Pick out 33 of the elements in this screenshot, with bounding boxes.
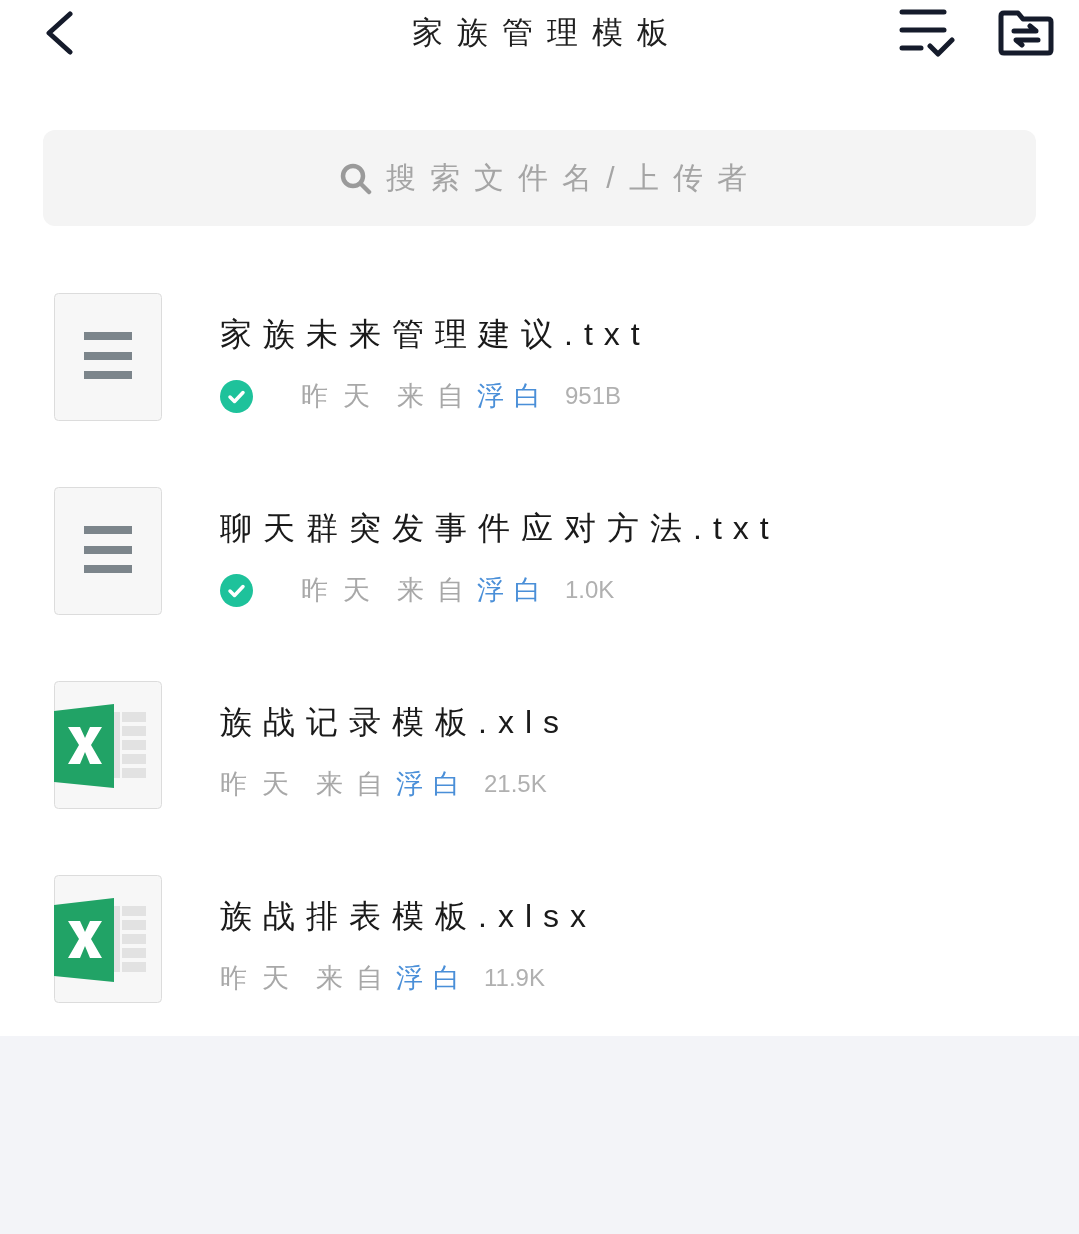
file-name: 聊天群突发事件应对方法.txt: [220, 509, 780, 548]
file-size: 21.5K: [484, 769, 547, 799]
source-label: 来自: [316, 768, 396, 801]
file-name: 家族未来管理建议.txt: [220, 315, 651, 354]
source-label: 来自: [397, 380, 477, 413]
upload-date: 昨天: [301, 574, 385, 607]
list-check-icon: [899, 7, 955, 59]
folder-transfer-button[interactable]: [998, 10, 1054, 56]
file-name: 族战记录模板.xls: [220, 703, 570, 742]
file-size: 951B: [565, 381, 622, 411]
source-label: 来自: [316, 962, 396, 995]
uploader-link[interactable]: 浮白: [477, 378, 551, 414]
multi-select-button[interactable]: [899, 7, 955, 59]
uploader-link[interactable]: 浮白: [477, 572, 551, 608]
uploader-link[interactable]: 浮白: [396, 766, 470, 802]
page-title: 家族管理模板: [410, 13, 682, 52]
spreadsheet-x-icon: [54, 875, 162, 1003]
file-size: 1.0K: [565, 575, 615, 605]
upload-date: 昨天: [220, 962, 304, 995]
back-button[interactable]: [44, 11, 74, 55]
upload-date: 昨天: [301, 380, 385, 413]
file-size: 11.9K: [484, 963, 545, 993]
file-name: 族战排表模板.xlsx: [220, 897, 597, 936]
back-chevron-icon: [44, 11, 74, 55]
document-lines-icon: [54, 293, 162, 421]
search-field[interactable]: 搜索文件名/上传者: [43, 130, 1036, 226]
spreadsheet-x-icon: [54, 681, 162, 809]
folder-arrows-icon: [998, 10, 1054, 56]
search-icon: [340, 163, 372, 195]
uploader-link[interactable]: 浮白: [396, 960, 470, 996]
document-lines-icon: [54, 487, 162, 615]
source-label: 来自: [397, 574, 477, 607]
upload-date: 昨天: [220, 768, 304, 801]
